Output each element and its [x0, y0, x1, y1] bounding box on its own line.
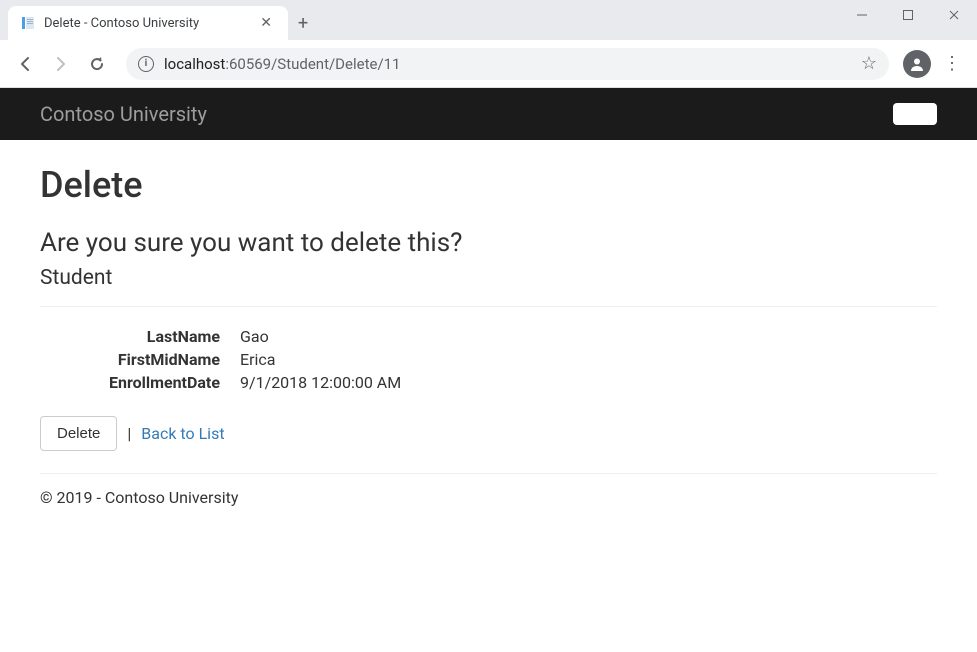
- reload-button[interactable]: [82, 49, 112, 79]
- delete-button[interactable]: Delete: [40, 416, 117, 451]
- forward-button[interactable]: [46, 49, 76, 79]
- url-text: localhost:60569/Student/Delete/11: [164, 55, 401, 73]
- page-content: Delete Are you sure you want to delete t…: [0, 140, 977, 531]
- navbar-toggle-button[interactable]: [893, 103, 937, 125]
- browser-tab-strip: Delete - Contoso University ✕ +: [0, 0, 977, 40]
- action-row: Delete | Back to List: [40, 416, 937, 451]
- last-name-value: Gao: [240, 327, 937, 346]
- back-button[interactable]: [10, 49, 40, 79]
- url-path: :60569/Student/Delete/11: [225, 55, 400, 73]
- page-title: Delete: [40, 164, 937, 206]
- browser-menu-button[interactable]: ⋮: [937, 47, 967, 80]
- confirm-heading: Are you sure you want to delete this?: [40, 228, 937, 258]
- window-controls: [839, 0, 977, 30]
- footer-divider: [40, 473, 937, 474]
- window-minimize-button[interactable]: [839, 0, 885, 30]
- profile-button[interactable]: [903, 50, 931, 78]
- new-tab-button[interactable]: +: [288, 7, 318, 40]
- tab-close-icon[interactable]: ✕: [256, 13, 276, 33]
- bookmark-star-icon[interactable]: ☆: [861, 53, 877, 74]
- brand-link[interactable]: Contoso University: [40, 102, 207, 126]
- site-navbar: Contoso University: [0, 88, 977, 140]
- tab-title: Delete - Contoso University: [44, 16, 199, 31]
- address-bar[interactable]: i localhost:60569/Student/Delete/11 ☆: [126, 48, 889, 80]
- tab-favicon-icon: [20, 15, 36, 31]
- back-to-list-link[interactable]: Back to List: [141, 424, 224, 443]
- entity-heading: Student: [40, 266, 937, 290]
- first-mid-name-label: FirstMidName: [40, 350, 240, 369]
- details-list: LastName Gao FirstMidName Erica Enrollme…: [40, 327, 937, 392]
- last-name-label: LastName: [40, 327, 240, 346]
- first-mid-name-value: Erica: [240, 350, 937, 369]
- divider: [40, 306, 937, 307]
- browser-toolbar: i localhost:60569/Student/Delete/11 ☆ ⋮: [0, 40, 977, 88]
- action-separator: |: [127, 424, 131, 443]
- site-info-icon[interactable]: i: [138, 56, 154, 72]
- enrollment-date-value: 9/1/2018 12:00:00 AM: [240, 373, 937, 392]
- enrollment-date-label: EnrollmentDate: [40, 373, 240, 392]
- browser-tab[interactable]: Delete - Contoso University ✕: [8, 6, 288, 40]
- window-close-button[interactable]: [931, 0, 977, 30]
- window-maximize-button[interactable]: [885, 0, 931, 30]
- url-host: localhost: [164, 55, 225, 73]
- footer-text: © 2019 - Contoso University: [40, 488, 937, 507]
